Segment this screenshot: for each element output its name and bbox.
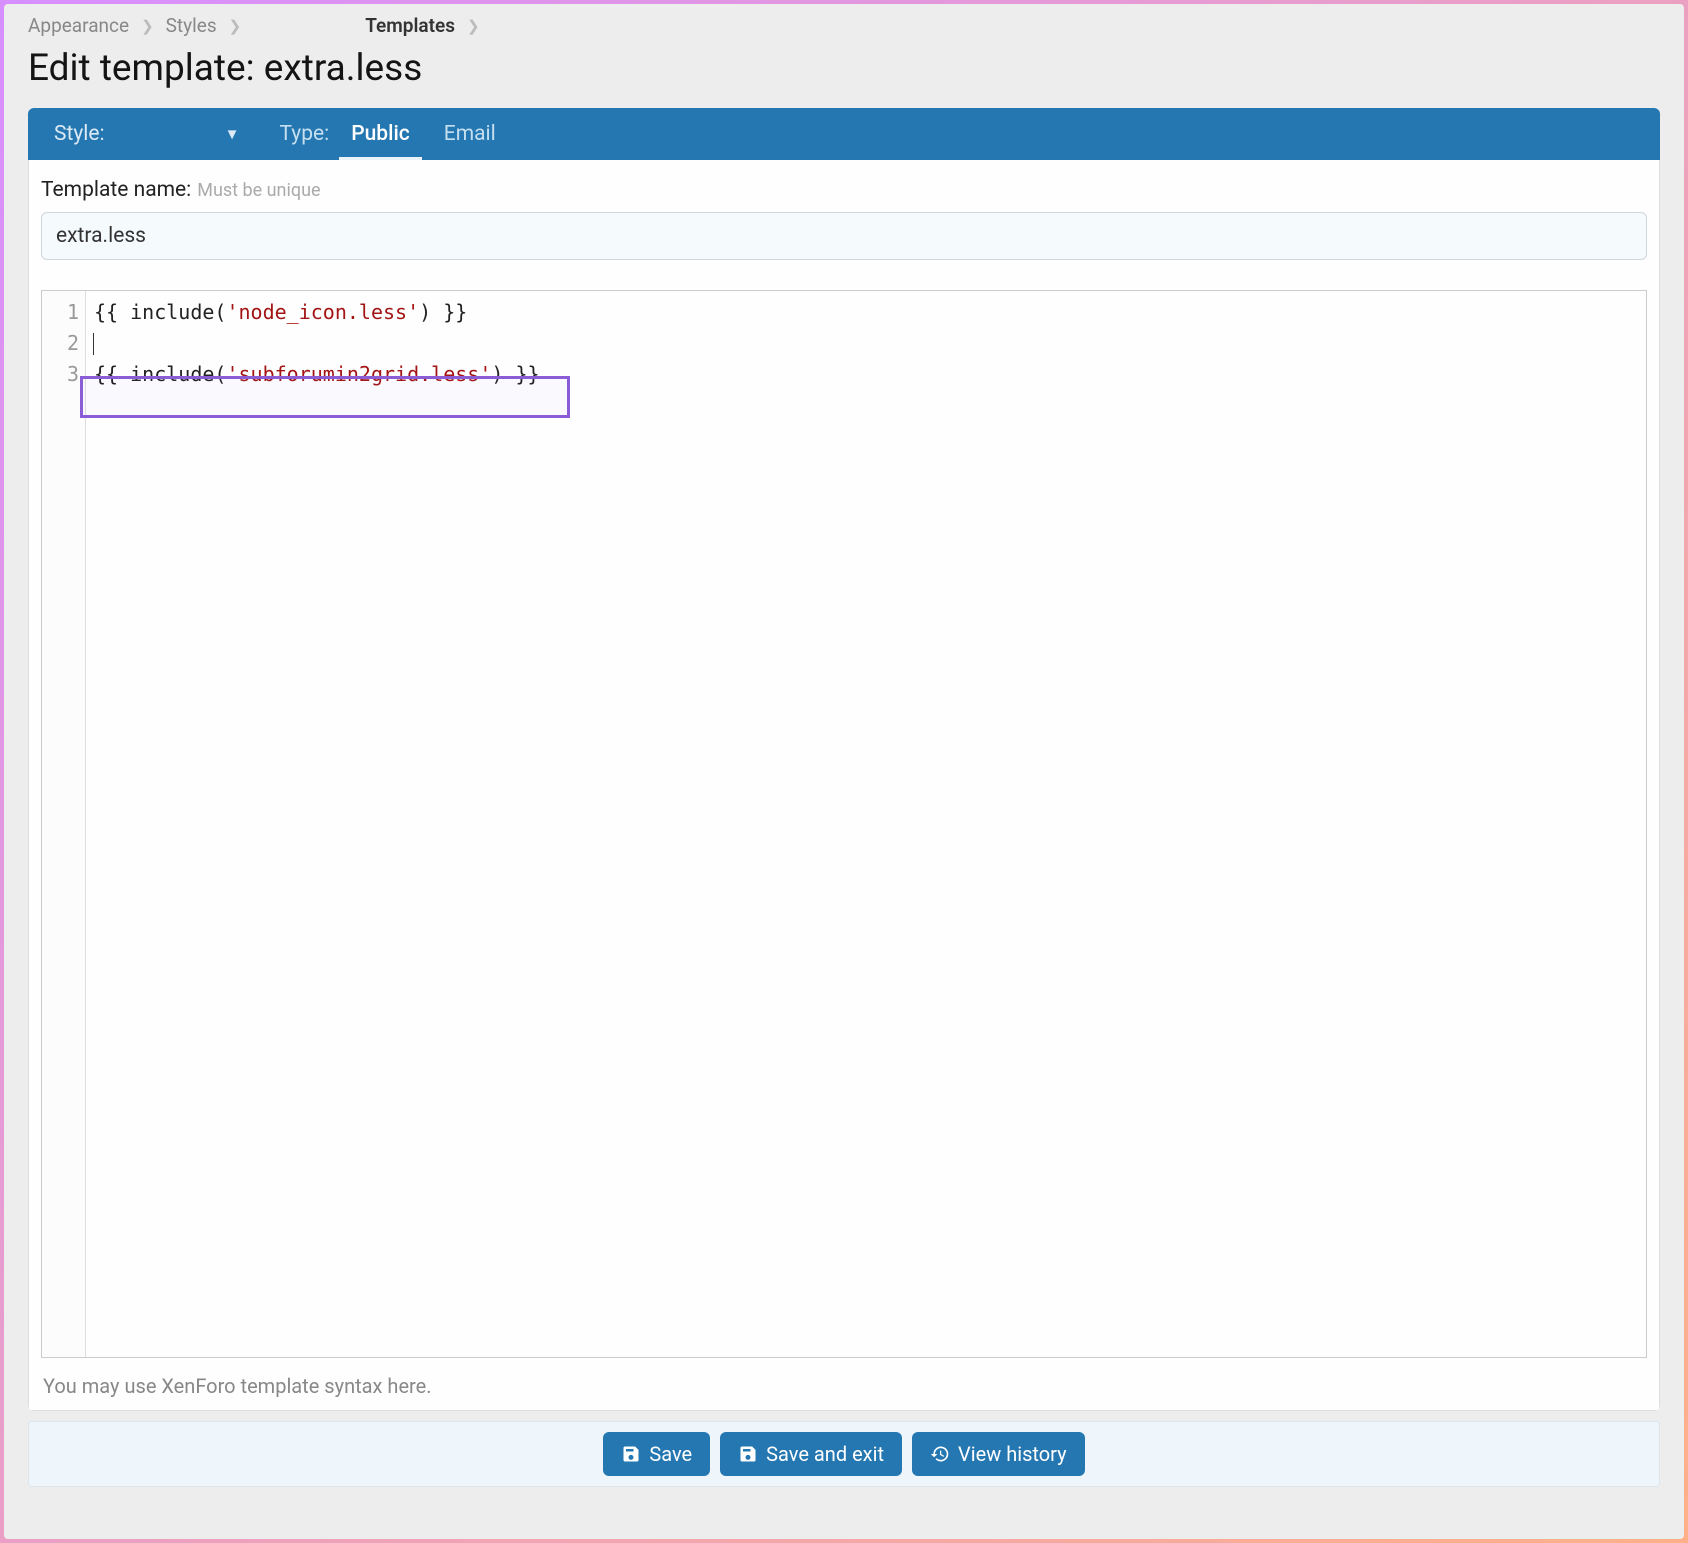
form-body: Template name: Must be unique 1 2 3 {{ i… (28, 160, 1660, 1411)
save-label: Save (649, 1442, 692, 1466)
admin-window: Appearance ❯ Styles ❯ Templates ❯ Edit t… (4, 4, 1684, 1539)
tab-public[interactable]: Public (339, 108, 422, 160)
save-exit-button[interactable]: Save and exit (720, 1432, 902, 1476)
save-button[interactable]: Save (603, 1432, 710, 1476)
history-label: View history (958, 1442, 1067, 1466)
type-label: Type: (279, 122, 329, 146)
breadcrumb-styles[interactable]: Styles (166, 14, 217, 37)
code-string: 'subforumin2grid.less' (226, 362, 491, 386)
template-name-hint: Must be unique (197, 180, 320, 201)
line-number: 3 (42, 359, 79, 390)
syntax-help-text: You may use XenForo template syntax here… (41, 1358, 1647, 1406)
tab-bar: Style: ▼ Type: Public Email (28, 108, 1660, 160)
template-name-label: Template name: (41, 178, 191, 202)
history-icon (930, 1444, 950, 1464)
breadcrumb-templates[interactable]: Templates (365, 14, 455, 37)
save-icon (621, 1444, 641, 1464)
line-gutter: 1 2 3 (42, 291, 86, 1357)
view-history-button[interactable]: View history (912, 1432, 1085, 1476)
chevron-right-icon: ❯ (141, 17, 154, 35)
save-icon (738, 1444, 758, 1464)
code-text: {{ include( (94, 300, 226, 324)
tab-email[interactable]: Email (432, 108, 508, 160)
code-text: ) }} (491, 362, 539, 386)
breadcrumb-appearance[interactable]: Appearance (28, 14, 129, 37)
main-panel: Style: ▼ Type: Public Email Template nam… (28, 108, 1660, 1411)
line-number: 1 (42, 297, 79, 328)
page-title: Edit template: extra.less (4, 47, 1684, 108)
code-content[interactable]: {{ include('node_icon.less') }} {{ inclu… (86, 291, 1646, 1357)
template-name-row: Template name: Must be unique (41, 174, 1647, 272)
code-text: ) }} (419, 300, 467, 324)
text-cursor (93, 333, 94, 355)
caret-down-icon: ▼ (225, 125, 240, 143)
code-editor[interactable]: 1 2 3 {{ include('node_icon.less') }} {{… (41, 290, 1647, 1358)
style-label: Style: (54, 122, 105, 146)
footer-actions: Save Save and exit View history (28, 1421, 1660, 1487)
breadcrumb: Appearance ❯ Styles ❯ Templates ❯ (4, 4, 1684, 47)
template-name-input[interactable] (41, 212, 1647, 260)
line-number: 2 (42, 328, 79, 359)
chevron-right-icon: ❯ (467, 17, 480, 35)
save-exit-label: Save and exit (766, 1442, 884, 1466)
chevron-right-icon: ❯ (229, 17, 242, 35)
code-string: 'node_icon.less' (226, 300, 419, 324)
code-text: {{ include( (94, 362, 226, 386)
style-dropdown[interactable]: Style: ▼ (44, 122, 249, 146)
